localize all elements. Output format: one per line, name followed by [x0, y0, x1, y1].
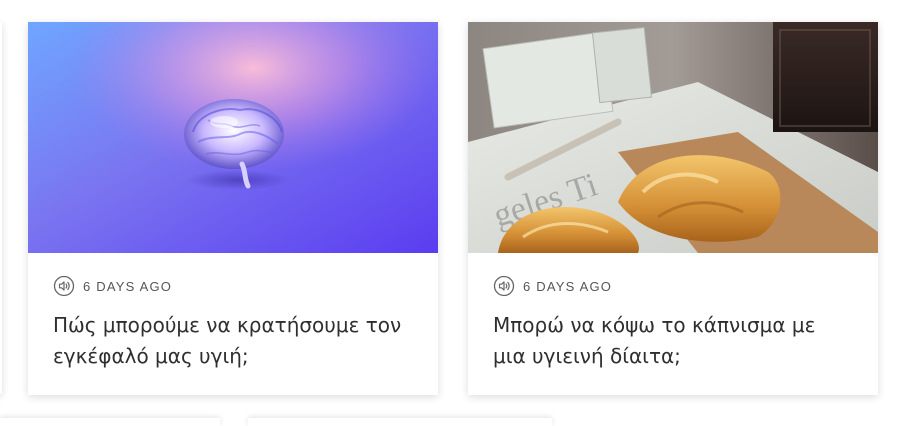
article-meta: 6 DAYS AGO [493, 275, 612, 297]
article-meta: 6 DAYS AGO [53, 275, 172, 297]
next-row-card-edge [0, 418, 220, 426]
article-date: 6 DAYS AGO [83, 278, 173, 294]
adjacent-card-edge [0, 22, 2, 394]
croissant-newspaper-image: geles Ti [468, 22, 878, 253]
audio-icon [493, 275, 515, 297]
article-thumbnail[interactable] [28, 22, 438, 253]
article-card[interactable]: 6 DAYS AGO Πώς μπορούμε να κρατήσουμε το… [28, 22, 438, 395]
article-date: 6 DAYS AGO [523, 278, 613, 294]
article-title[interactable]: Μπορώ να κόψω το κάπνισμα με μια υγιεινή… [493, 310, 853, 372]
brain-image [28, 22, 438, 253]
article-title[interactable]: Πώς μπορούμε να κρατήσουμε τον εγκέφαλό … [53, 310, 413, 372]
next-row-card-edge [248, 418, 552, 426]
article-thumbnail[interactable]: geles Ti [468, 22, 878, 253]
article-card[interactable]: geles Ti 6 DAYS AGO Μπορώ να κόψω το κάπ… [468, 22, 878, 395]
audio-icon [53, 275, 75, 297]
